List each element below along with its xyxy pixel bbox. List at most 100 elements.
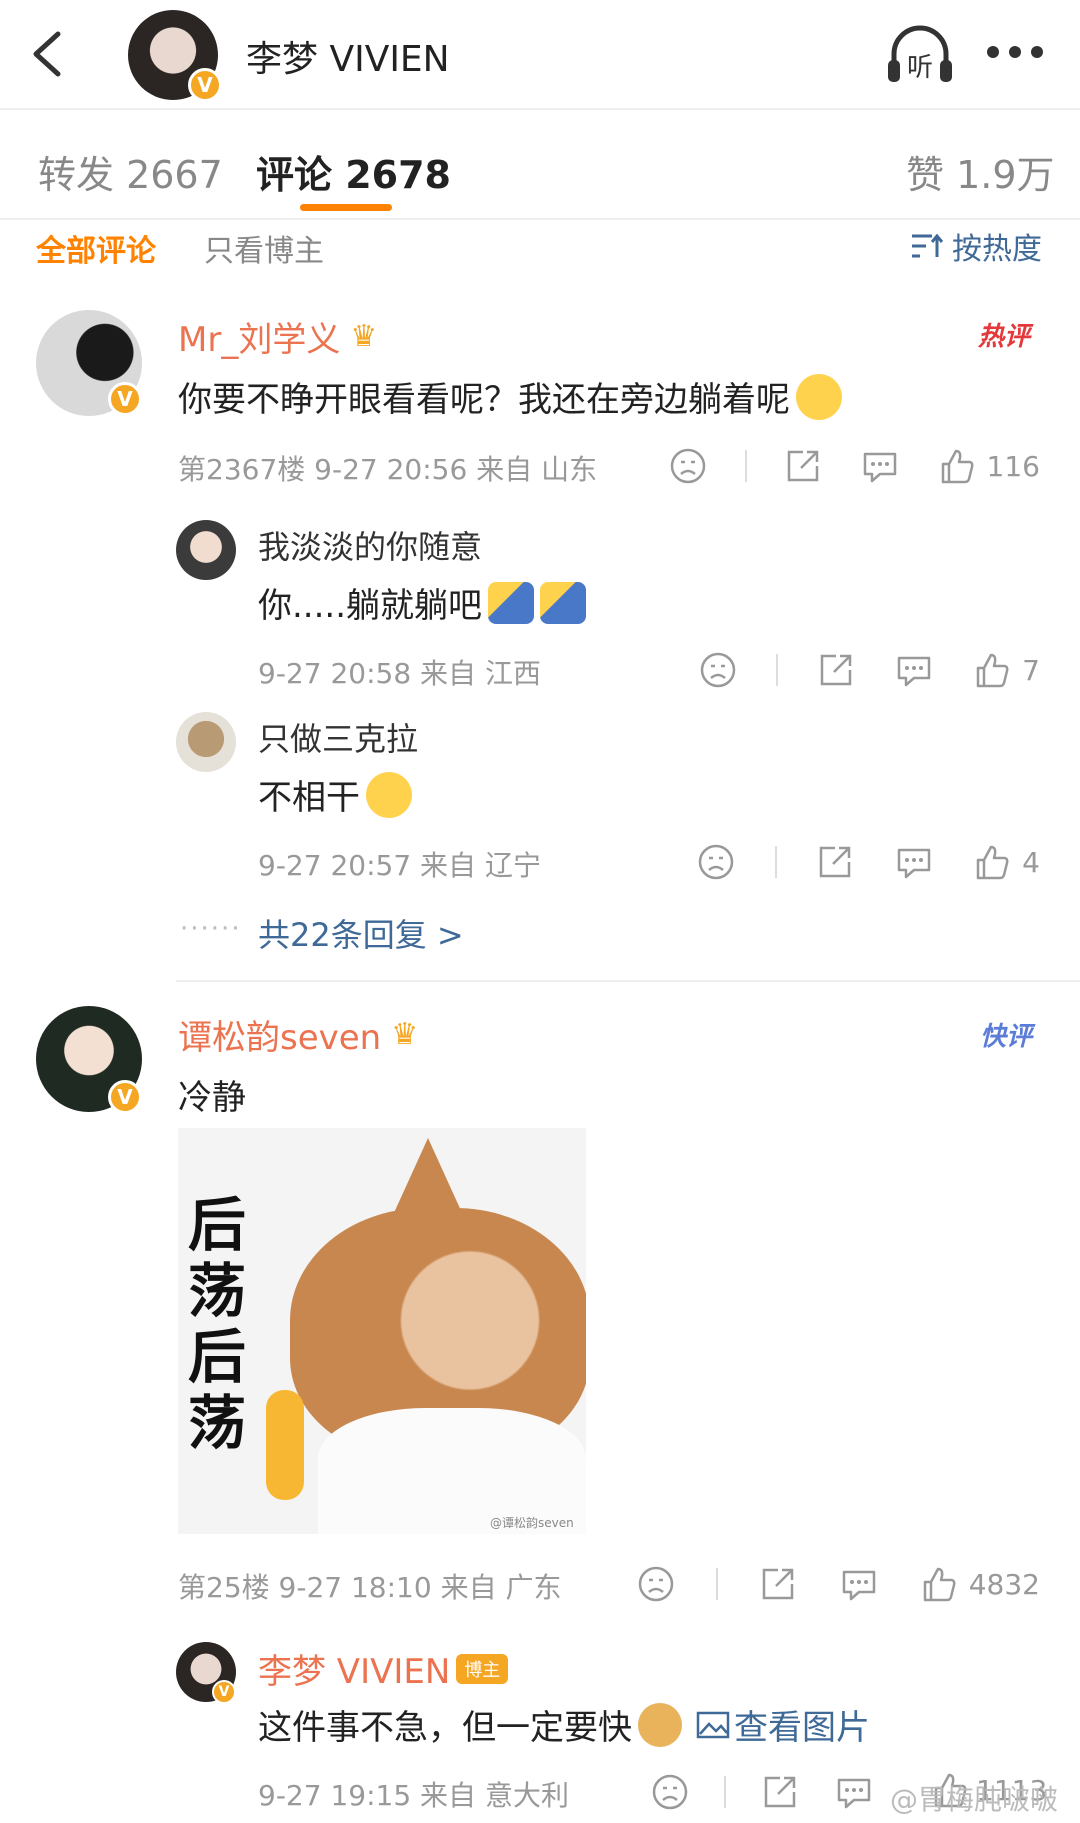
like-button[interactable]: 7: [972, 650, 1040, 690]
reply-meta: 9-27 19:15 来自 意大利: [258, 1779, 569, 1812]
view-image-link[interactable]: 查看图片: [696, 1700, 870, 1749]
comment-meta: 第25楼 9-27 18:10 来自 广东: [178, 1571, 562, 1604]
fast-comment-tag: 快评: [980, 1022, 1033, 1052]
verified-badge-icon: V: [108, 382, 142, 416]
reply-avatar[interactable]: [176, 712, 236, 772]
comment-text-content: 你要不睁开眼看看呢？我还在旁边躺着呢: [178, 380, 790, 420]
reply-avatar[interactable]: [176, 520, 236, 580]
like-count: 4: [1022, 845, 1040, 879]
reply-icon[interactable]: [894, 650, 934, 690]
dislike-face-icon[interactable]: [650, 1772, 690, 1812]
share-icon[interactable]: [783, 446, 823, 486]
like-count: 7: [1022, 653, 1040, 687]
headphones-icon[interactable]: 听: [884, 20, 956, 88]
divider: [716, 1568, 719, 1600]
reply-text-content: 这件事不急，但一定要快: [258, 1708, 632, 1748]
share-icon[interactable]: [815, 842, 855, 882]
more-options-icon[interactable]: [985, 40, 1045, 64]
tab-repost[interactable]: 转发 2667: [38, 144, 223, 199]
thinking-emoji-icon: [796, 373, 842, 420]
reply-text-content: 你.....躺就躺吧: [258, 586, 483, 626]
reply-text: 你.....躺就躺吧: [258, 578, 587, 627]
tab-comments[interactable]: 评论 2678: [256, 144, 451, 199]
reply-actions: [650, 1770, 874, 1814]
thumbs-up-icon: [976, 653, 1009, 688]
thumbs-up-icon: [976, 845, 1009, 880]
page-title: 李梦 VIVIEN: [246, 39, 450, 80]
smirk-emoji-icon: [366, 771, 412, 818]
crown-icon: ♛: [391, 1017, 419, 1052]
crown-icon: ♛: [350, 319, 378, 354]
commenter-name[interactable]: Mr_刘学义 ♛: [178, 312, 377, 361]
doge-emoji-icon: [638, 1702, 682, 1747]
back-arrow-icon[interactable]: [18, 22, 82, 86]
reply-author[interactable]: 李梦 VIVIEN 博主: [258, 1644, 509, 1693]
owner-badge: 博主: [456, 1653, 509, 1684]
comment-actions: 4832: [636, 1562, 1040, 1606]
like-button[interactable]: 4832: [919, 1564, 1040, 1604]
comment-text: 你要不睁开眼看看呢？我还在旁边躺着呢: [178, 372, 842, 421]
comment-meta: 第2367楼 9-27 20:56 来自 山东: [178, 453, 598, 486]
divider: [776, 654, 779, 686]
divider: [724, 1776, 726, 1808]
dislike-face-icon[interactable]: [696, 842, 736, 882]
sticker-char: 后: [188, 1323, 247, 1391]
filter-all-comments[interactable]: 全部评论: [36, 226, 156, 270]
reply-icon[interactable]: [860, 446, 900, 486]
tab-likes[interactable]: 赞 1.9万: [906, 144, 1055, 199]
dislike-face-icon[interactable]: [698, 650, 738, 690]
commenter-name-text: 谭松韵seven: [178, 1018, 382, 1058]
like-count: 116: [986, 449, 1040, 483]
reply-author[interactable]: 只做三克拉: [258, 714, 418, 760]
cat-sticker-image[interactable]: 后 荡 后 荡 @谭松韵seven: [178, 1128, 586, 1534]
listen-label: 听: [907, 53, 933, 83]
reply-text-content: 不相干: [258, 778, 360, 818]
divider: [774, 846, 777, 878]
verified-badge-icon: V: [188, 68, 222, 102]
reply-author-name: 李梦 VIVIEN: [258, 1652, 451, 1692]
top-bar: V 李梦 VIVIEN 听: [0, 0, 1080, 110]
reply-meta: 9-27 20:58 来自 江西: [258, 657, 541, 690]
lying-figure-emoji-icon: [540, 581, 587, 624]
divider: [744, 450, 747, 482]
hand-emoji-icon: [266, 1390, 304, 1500]
share-icon[interactable]: [816, 650, 856, 690]
comment-actions: 116: [668, 444, 1040, 488]
sort-icon: [912, 233, 944, 258]
sort-by-hot-button[interactable]: 按热度: [910, 224, 1042, 268]
commenter-name-text: Mr_刘学义: [178, 320, 341, 360]
tab-bar: 转发 2667 评论 2678 赞 1.9万: [0, 108, 1080, 220]
like-button[interactable]: 116: [937, 446, 1040, 486]
like-count: 4832: [968, 1567, 1040, 1601]
reply-actions: 7: [698, 648, 1040, 692]
reply-text: 不相干: [258, 770, 412, 819]
reply-actions: 4: [696, 840, 1040, 884]
cat-ear-shape: [378, 1138, 478, 1248]
view-more-replies-link[interactable]: 共22条回复 >: [258, 910, 464, 956]
lying-figure-emoji-icon: [488, 581, 535, 624]
sort-label: 按热度: [952, 232, 1042, 267]
sticker-watermark: @谭松韵seven: [490, 1516, 574, 1530]
sticker-char: 荡: [188, 1389, 247, 1457]
reply-meta: 9-27 20:57 来自 辽宁: [258, 849, 541, 882]
reply-icon[interactable]: [894, 842, 934, 882]
reply-icon[interactable]: [834, 1772, 874, 1812]
verified-badge-icon: V: [108, 1080, 142, 1114]
share-icon[interactable]: [758, 1564, 798, 1604]
like-button[interactable]: 4: [972, 842, 1040, 882]
image-icon: [696, 1711, 730, 1738]
dislike-face-icon[interactable]: [668, 446, 708, 486]
image-watermark: @胃梅肫啵啵: [890, 1783, 1059, 1816]
comment-divider: [176, 980, 1080, 982]
share-icon[interactable]: [760, 1772, 800, 1812]
commenter-name[interactable]: 谭松韵seven ♛: [178, 1010, 418, 1059]
active-tab-indicator: [300, 204, 392, 211]
reply-icon[interactable]: [839, 1564, 879, 1604]
dislike-face-icon[interactable]: [636, 1564, 676, 1604]
reply-author[interactable]: 我淡淡的你随意: [258, 522, 482, 568]
view-image-label: 查看图片: [734, 1708, 870, 1748]
thumbs-up-icon: [941, 449, 973, 484]
comment-text: 冷静: [178, 1078, 246, 1118]
hot-comment-tag: 热评: [978, 322, 1031, 352]
filter-owner-only[interactable]: 只看博主: [204, 226, 324, 270]
